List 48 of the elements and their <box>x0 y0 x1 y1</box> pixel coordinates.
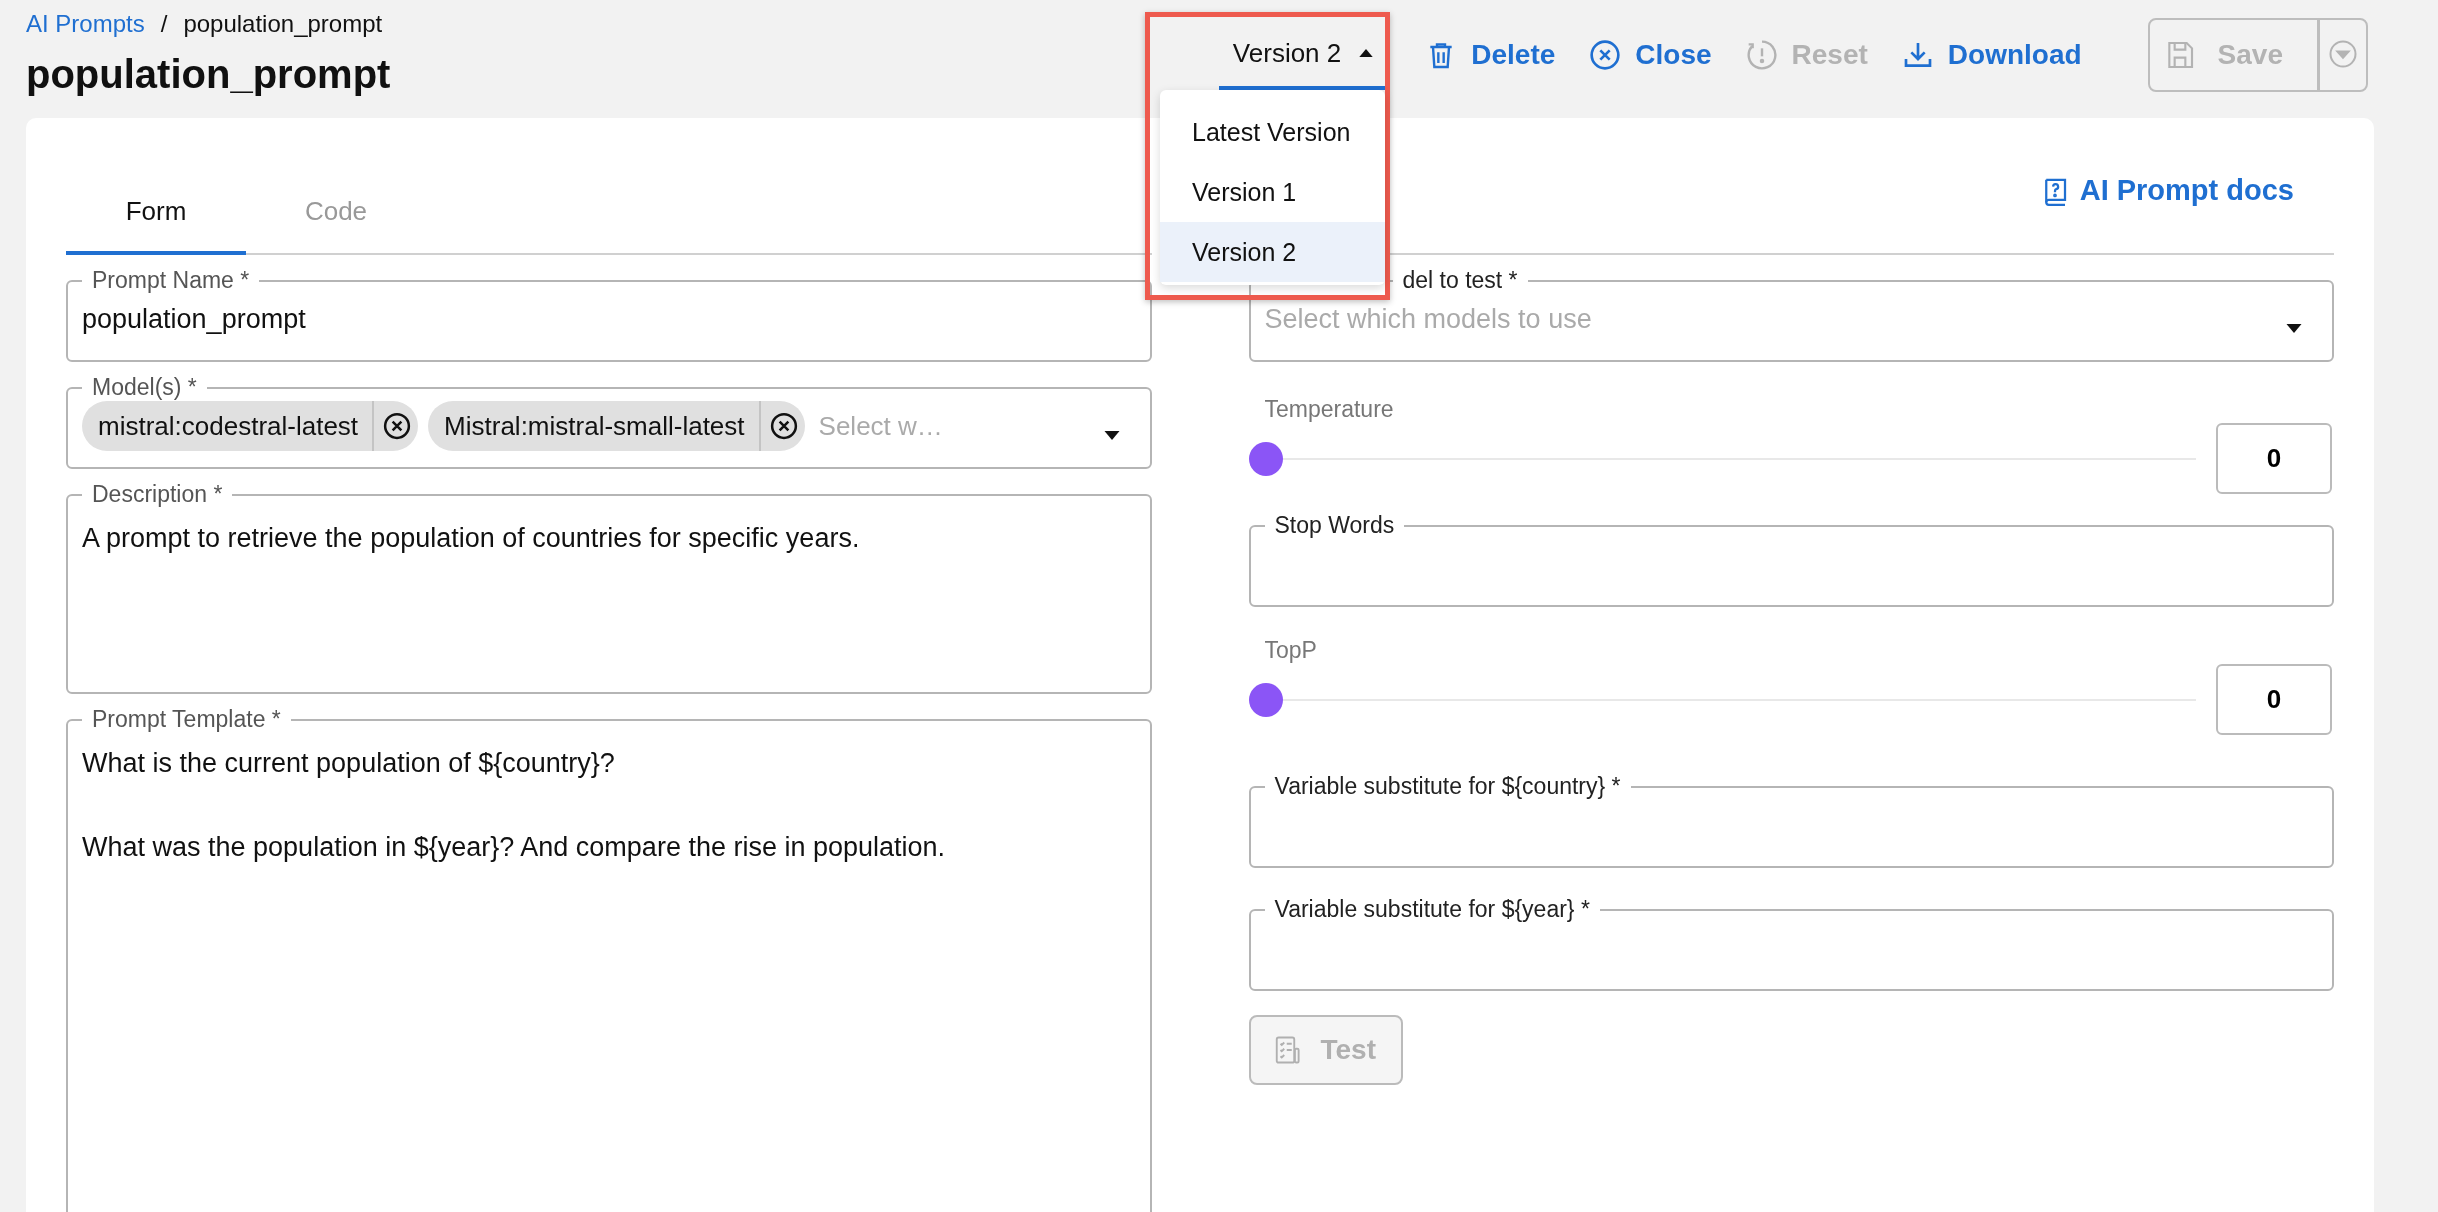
field-label: del to test * <box>1401 267 1519 294</box>
dropdown-caret-icon[interactable] <box>1103 431 1120 440</box>
field-label: Stop Words <box>1273 512 1396 539</box>
page-title: population_prompt <box>26 52 392 97</box>
breadcrumb-current: population_prompt <box>183 10 383 38</box>
text-area-field[interactable]: Description * A prompt to retrieve the population of countries for specific years. <box>66 481 1152 694</box>
slider-label: Temperature <box>1263 396 1395 423</box>
remove-icon[interactable] <box>768 411 799 441</box>
dropdown-caret-icon[interactable] <box>2286 324 2302 333</box>
placeholder-text: Select w… <box>818 410 943 442</box>
field-value: A prompt to retrieve the population of countries for specific years. <box>82 522 861 555</box>
number-field[interactable]: 0 <box>2216 664 2332 735</box>
docs-link[interactable]: AI Prompt docs <box>2039 174 2294 207</box>
reset-icon <box>1745 39 1778 71</box>
remove-icon[interactable] <box>382 411 413 441</box>
select-field[interactable]: del to test * Select which models to use <box>1248 267 2334 362</box>
slider-thumb[interactable] <box>1248 682 1283 717</box>
close-icon <box>1589 39 1622 71</box>
input-field[interactable]: Stop Words <box>1248 512 2334 607</box>
toolbar-button[interactable]: Close <box>1589 39 1712 71</box>
chip-label: mistral:codestral-latest <box>98 401 375 451</box>
select-field[interactable]: Model(s) * mistral:codestral-latest Mistral:mistral-small-latest Select w… <box>66 374 1152 469</box>
chip-label: Mistral:mistral-small-latest <box>444 401 761 451</box>
field-value: population_prompt <box>82 303 307 335</box>
number-field[interactable]: 0 <box>2216 423 2332 494</box>
input-field[interactable]: Variable substitute for ${year} * <box>1248 896 2334 991</box>
field-label: Variable substitute for ${country} * <box>1273 773 1622 800</box>
field-label: Prompt Template * <box>91 706 282 733</box>
slider-thumb[interactable] <box>1248 441 1283 476</box>
input-field[interactable]: Variable substitute for ${country} * <box>1248 773 2334 868</box>
field-value: What is the current population of ${country}? What was the population in ${year}? And compare the rise in population. <box>82 747 947 864</box>
menu-item[interactable]: Latest Version <box>1160 102 1385 162</box>
menu-item[interactable]: Version 1 <box>1160 162 1385 222</box>
field-label: Model(s) * <box>91 374 198 401</box>
field-label: Prompt Name * <box>91 267 251 294</box>
toolbar-button[interactable]: Delete <box>1425 39 1556 71</box>
tab[interactable]: Form <box>66 172 246 255</box>
caret-icon <box>1359 49 1374 57</box>
breadcrumb-separator: / <box>160 10 168 38</box>
field-label: Description * <box>91 481 224 508</box>
field-label: Variable substitute for ${year} * <box>1273 896 1591 923</box>
placeholder-text: Select which models to use <box>1264 303 1592 335</box>
toolbar-button[interactable]: Download <box>1901 39 2082 71</box>
slider-label: TopP <box>1263 637 1318 664</box>
caret-icon <box>2328 38 2358 69</box>
breadcrumb-link[interactable]: AI Prompts <box>26 10 145 38</box>
text-area-field[interactable]: Prompt Template * What is the current population of ${country}? What was the population in ${year}? And compare the rise in population. <box>66 706 1152 1212</box>
menu-item[interactable]: Version 2 <box>1160 222 1385 282</box>
